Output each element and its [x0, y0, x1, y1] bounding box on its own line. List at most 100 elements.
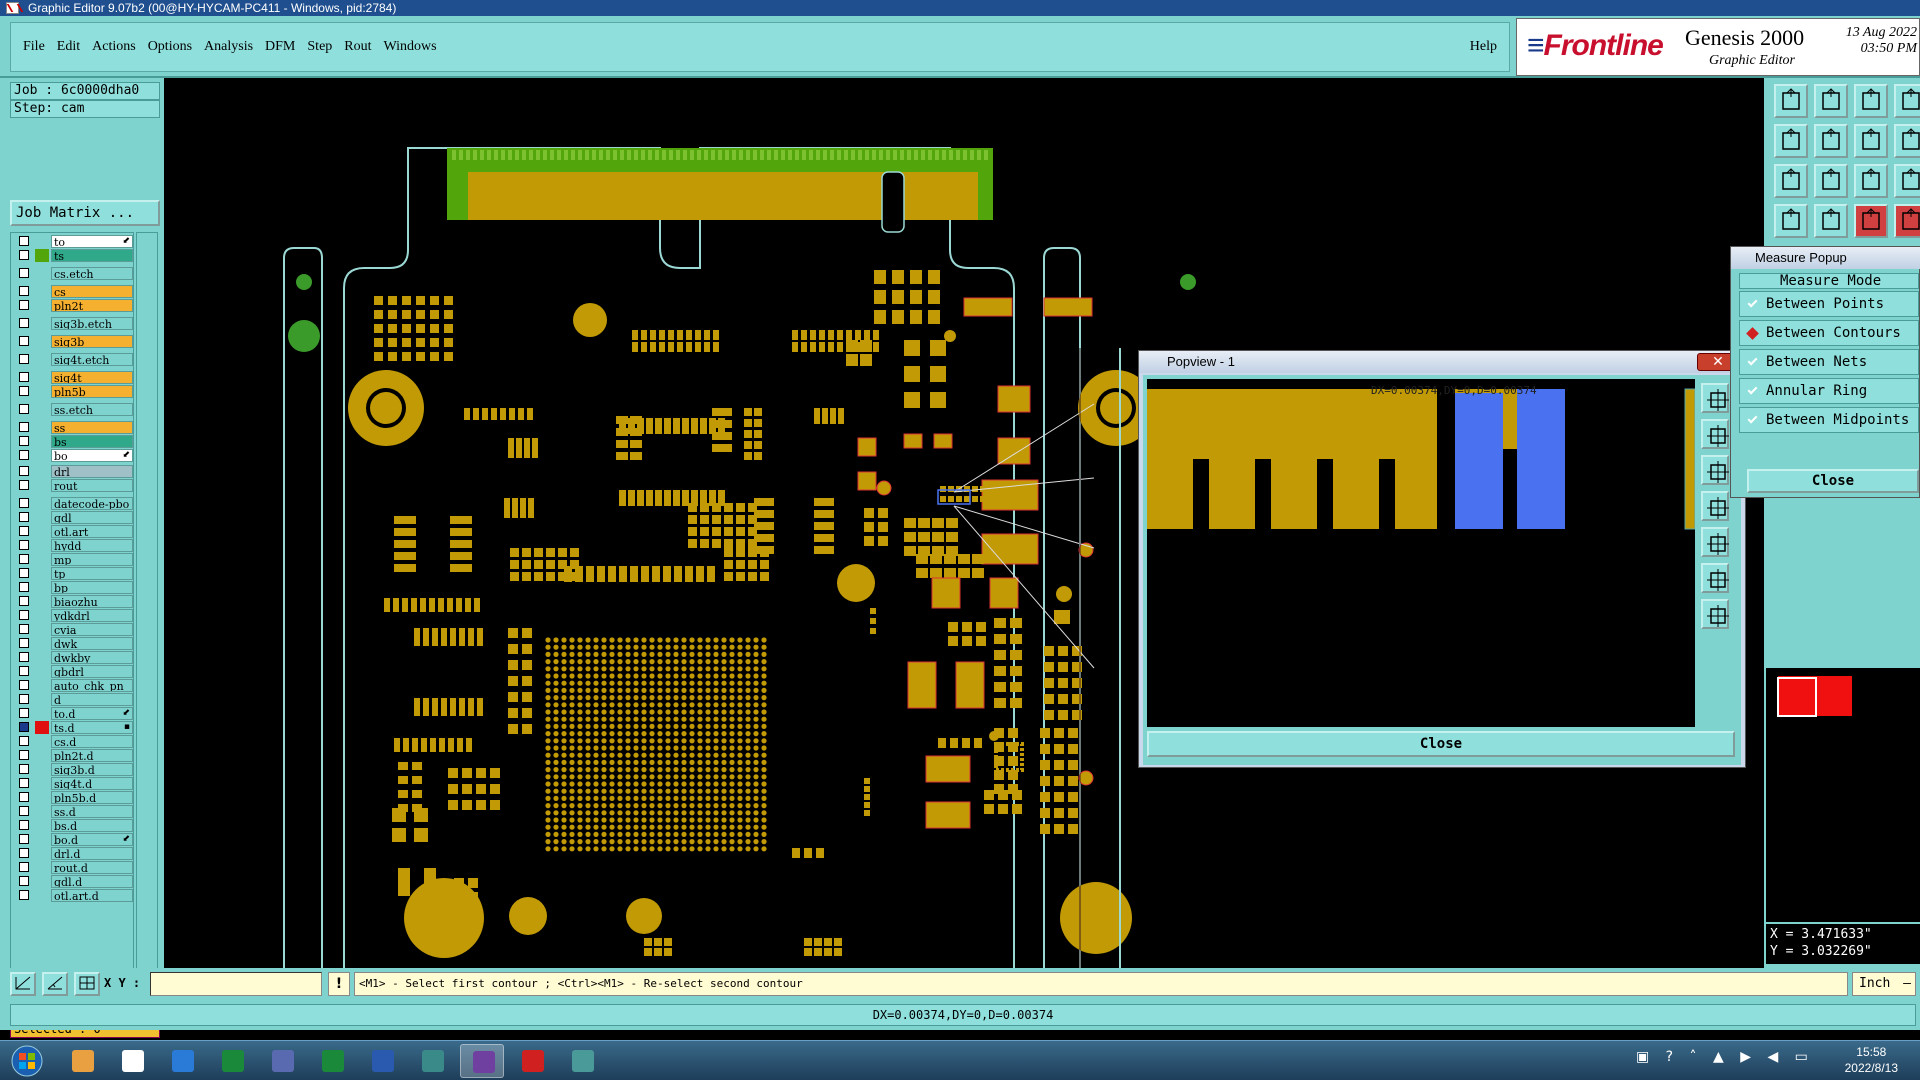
layer-row-ts[interactable]: ts [13, 249, 133, 262]
pan-right-icon[interactable] [1814, 124, 1848, 158]
eye2-app-icon[interactable] [560, 1044, 604, 1078]
layer-row-auto_chk_pn[interactable]: auto_chk_pn [13, 679, 133, 692]
layer-checkbox[interactable] [19, 268, 29, 278]
layer-checkbox[interactable] [19, 792, 29, 802]
layer-checkbox[interactable] [19, 568, 29, 578]
layer-row-gbdrl[interactable]: gbdrl [13, 665, 133, 678]
layer-checkbox[interactable] [19, 722, 29, 732]
word-icon[interactable] [360, 1044, 404, 1078]
layer-row-pln2t-d[interactable]: pln2t.d [13, 749, 133, 762]
layer-row-biaozhu[interactable]: biaozhu [13, 595, 133, 608]
measure-mode-between-points[interactable]: Between Points [1739, 291, 1919, 317]
layer-checkbox[interactable] [19, 876, 29, 886]
layer-checkbox[interactable] [19, 834, 29, 844]
popview-center-icon[interactable] [1701, 599, 1729, 629]
layer-row-dwk[interactable]: dwk [13, 637, 133, 650]
layer-checkbox[interactable] [19, 526, 29, 536]
layer-row-sig4t-d[interactable]: sig4t.d [13, 777, 133, 790]
layer-row-bo[interactable]: bo ⬋ [13, 449, 133, 462]
notepad-icon[interactable] [110, 1044, 154, 1078]
layer-row-drl-d[interactable]: drl.d [13, 847, 133, 860]
home-icon[interactable] [1854, 84, 1888, 118]
layer-row-ss-etch[interactable]: ss.etch [13, 403, 133, 416]
job-matrix-button[interactable]: Job Matrix ... [10, 200, 160, 226]
layer-row-sig3b[interactable]: sig3b [13, 335, 133, 348]
scale-1-2-icon[interactable] [1854, 164, 1888, 198]
menu-step[interactable]: Step [307, 23, 332, 71]
arrow-app-icon[interactable] [160, 1044, 204, 1078]
measure-mode-between-midpoints[interactable]: Between Midpoints [1739, 407, 1919, 433]
flash-app-icon[interactable] [510, 1044, 554, 1078]
popview-canvas[interactable]: DX=0.00374,DY=0,D=0.00374 [1147, 379, 1695, 727]
layer-row-to[interactable]: to ⬋ [13, 235, 133, 248]
layer-row-otl-art-d[interactable]: otl.art.d [13, 889, 133, 902]
center-icon[interactable] [1814, 164, 1848, 198]
xy-input[interactable] [150, 972, 322, 996]
menu-analysis[interactable]: Analysis [204, 23, 253, 71]
layer-row-ts-d[interactable]: ts.d ▪ [13, 721, 133, 734]
layer-checkbox[interactable] [19, 624, 29, 634]
excel-icon[interactable] [310, 1044, 354, 1078]
popview-fit-icon[interactable] [1701, 383, 1729, 413]
layer-checkbox[interactable] [19, 404, 29, 414]
layer-checkbox[interactable] [19, 436, 29, 446]
layer-checkbox[interactable] [19, 422, 29, 432]
layer-checkbox[interactable] [19, 512, 29, 522]
layer-checkbox[interactable] [19, 820, 29, 830]
layer-checkbox[interactable] [19, 764, 29, 774]
layer-checkbox[interactable] [19, 596, 29, 606]
menu-edit[interactable]: Edit [57, 23, 80, 71]
layer-row-ss[interactable]: ss [13, 421, 133, 434]
layer-checkbox[interactable] [19, 372, 29, 382]
p-app-icon[interactable] [210, 1044, 254, 1078]
menu-windows[interactable]: Windows [384, 23, 437, 71]
layer-checkbox[interactable] [19, 736, 29, 746]
system-tray[interactable]: ▣ ? ˄ ▲ ▶ ◀ ▭ [1636, 1049, 1814, 1065]
zoom-in-icon[interactable] [1814, 84, 1848, 118]
layer-row-cvia[interactable]: cvia [13, 623, 133, 636]
layer-checkbox[interactable] [19, 466, 29, 476]
layer-checkbox[interactable] [19, 848, 29, 858]
layer-row-pln2t[interactable]: pln2t [13, 299, 133, 312]
layer-checkbox[interactable] [19, 652, 29, 662]
layer-view-icon[interactable] [1774, 204, 1808, 238]
grid-icon[interactable] [74, 972, 100, 996]
layer-row-rout[interactable]: rout [13, 479, 133, 492]
pan-left-icon[interactable] [1774, 124, 1808, 158]
popview-pan-left-icon[interactable] [1701, 491, 1729, 521]
layer-checkbox[interactable] [19, 778, 29, 788]
rout-graph-icon[interactable] [1894, 204, 1920, 238]
layer-checkbox[interactable] [19, 286, 29, 296]
layer-row-cs[interactable]: cs [13, 285, 133, 298]
measure-mode-annular-ring[interactable]: Annular Ring [1739, 378, 1919, 404]
popview-close-button[interactable]: Close [1147, 731, 1735, 757]
eye-app-icon[interactable] [410, 1044, 454, 1078]
layer-row-ydkdrl[interactable]: ydkdrl [13, 609, 133, 622]
layer-row-sig3b-etch[interactable]: sig3b.etch [13, 317, 133, 330]
layer-row-pln5b[interactable]: pln5b [13, 385, 133, 398]
layer-checkbox[interactable] [19, 666, 29, 676]
layer-checkbox[interactable] [19, 450, 29, 460]
layer-row-otl-art[interactable]: otl.art [13, 525, 133, 538]
popview-zoom-in-icon[interactable] [1701, 419, 1729, 449]
layer-checkbox[interactable] [19, 250, 29, 260]
layer-row-datecode-pbo[interactable]: datecode-pbo [13, 497, 133, 510]
taskbar-clock[interactable]: 15:58 2022/8/13 [1845, 1044, 1898, 1076]
layer-row-rout-d[interactable]: rout.d [13, 861, 133, 874]
layer-checkbox[interactable] [19, 638, 29, 648]
layer-row-dwkby[interactable]: dwkby [13, 651, 133, 664]
popview-zoom-out-icon[interactable] [1701, 455, 1729, 485]
layer-row-tp[interactable]: tp [13, 567, 133, 580]
layer-checkbox[interactable] [19, 890, 29, 900]
zoom-home-icon[interactable] [1774, 84, 1808, 118]
layer-checkbox[interactable] [19, 680, 29, 690]
menu-options[interactable]: Options [148, 23, 192, 71]
layer-row-drl[interactable]: drl [13, 465, 133, 478]
layer-row-cs-d[interactable]: cs.d [13, 735, 133, 748]
fit-screen-icon[interactable] [1774, 164, 1808, 198]
menu-dfm[interactable]: DFM [265, 23, 295, 71]
pan-step-icon[interactable] [1854, 124, 1888, 158]
layer-checkbox[interactable] [19, 300, 29, 310]
genesis-app-icon[interactable] [460, 1044, 504, 1078]
layer-checkbox[interactable] [19, 498, 29, 508]
